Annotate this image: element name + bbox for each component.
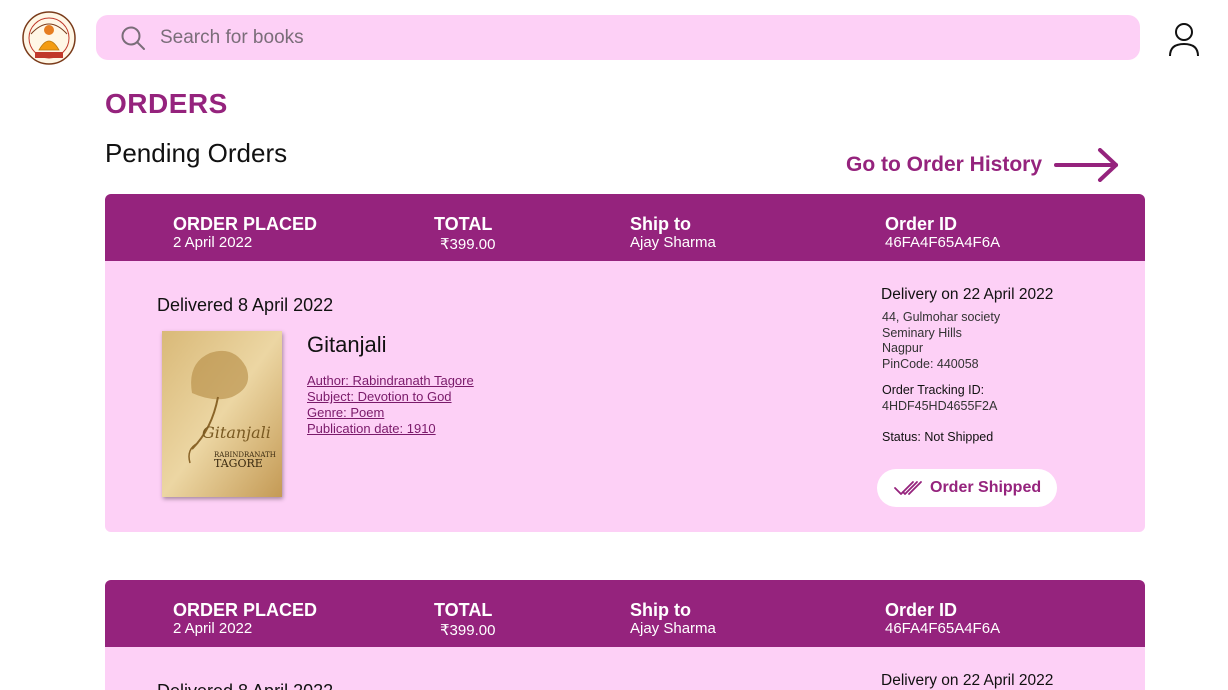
ship-to-label: Ship to bbox=[630, 600, 691, 620]
search-input[interactable] bbox=[160, 15, 1100, 60]
order-placed-label: ORDER PLACED bbox=[173, 214, 318, 234]
order-placed-date: 2 April 2022 bbox=[173, 620, 253, 637]
tracking-info: Order Tracking ID: 4HDF45HD4655F2A bbox=[881, 383, 1053, 414]
user-profile-icon[interactable] bbox=[1168, 22, 1200, 58]
order-total-value: ₹399.00 bbox=[440, 622, 496, 639]
order-id-column: Order ID 46FA4F65A4F6A bbox=[885, 600, 1000, 638]
delivery-date: Delivery on 22 April 2022 bbox=[881, 286, 1054, 303]
order-history-link[interactable]: Go to Order History bbox=[846, 148, 1120, 182]
cover-title-text: Gitanjali bbox=[202, 423, 271, 442]
address-line: Seminary Hills bbox=[882, 325, 962, 340]
ship-to-label: Ship to bbox=[630, 214, 691, 234]
search-bar bbox=[96, 15, 1140, 60]
order-id-column: Order ID 46FA4F65A4F6A bbox=[885, 214, 1000, 252]
order-total-label: TOTAL bbox=[434, 600, 493, 620]
address-pincode: PinCode: 440058 bbox=[882, 356, 979, 371]
order-id-label: Order ID bbox=[885, 600, 958, 620]
order-placed-column: ORDER PLACED 2 April 2022 bbox=[173, 214, 317, 252]
order-card-header: ORDER PLACED 2 April 2022 TOTAL ₹399.00 … bbox=[105, 194, 1145, 261]
delivery-info: Delivery on 22 April 2022 bbox=[881, 672, 1053, 690]
order-shipped-label: Order Shipped bbox=[930, 479, 1042, 496]
order-history-label: Go to Order History bbox=[846, 153, 1043, 176]
delivered-date: Delivered 8 April 2022 bbox=[157, 295, 334, 315]
order-total-value: ₹399.00 bbox=[440, 236, 496, 253]
book-publication-link[interactable]: Publication date: 1910 bbox=[307, 421, 474, 437]
tracking-label: Order Tracking ID: bbox=[882, 383, 985, 397]
order-total-label: TOTAL bbox=[434, 214, 493, 234]
order-total-column: TOTAL ₹399.00 bbox=[434, 214, 495, 254]
section-title: Pending Orders bbox=[105, 138, 288, 168]
institution-crest-logo[interactable] bbox=[21, 10, 77, 66]
cover-author-last: TAGORE bbox=[214, 457, 263, 470]
double-check-icon bbox=[894, 481, 922, 495]
delivery-date: Delivery on 22 April 2022 bbox=[881, 672, 1054, 689]
address-line: 44, Gulmohar society bbox=[882, 310, 1001, 324]
order-placed-column: ORDER PLACED 2 April 2022 bbox=[173, 600, 317, 638]
address-line: Nagpur bbox=[882, 341, 923, 355]
search-icon[interactable] bbox=[120, 25, 146, 51]
tracking-id: 4HDF45HD4655F2A bbox=[882, 398, 998, 413]
book-meta: Author: Rabindranath Tagore Subject: Dev… bbox=[307, 373, 474, 437]
delivery-address: 44, Gulmohar society Seminary Hills Nagp… bbox=[881, 310, 1053, 372]
order-id-value: 46FA4F65A4F6A bbox=[885, 234, 1001, 251]
book-cover-image[interactable]: Gitanjali RABINDRANATH TAGORE bbox=[162, 331, 282, 497]
ship-to-column: Ship to Ajay Sharma bbox=[630, 214, 716, 252]
arrow-right-icon bbox=[1054, 148, 1119, 182]
book-title: Gitanjali bbox=[307, 332, 387, 357]
ship-to-column: Ship to Ajay Sharma bbox=[630, 600, 716, 638]
delivery-info: Delivery on 22 April 2022 44, Gulmohar s… bbox=[881, 286, 1053, 444]
book-genre-link[interactable]: Genre: Poem bbox=[307, 405, 474, 421]
order-card: ORDER PLACED 2 April 2022 TOTAL ₹399.00 … bbox=[105, 194, 1145, 532]
ship-to-name: Ajay Sharma bbox=[630, 620, 716, 637]
order-shipped-button[interactable]: Order Shipped bbox=[877, 469, 1057, 507]
order-placed-date: 2 April 2022 bbox=[173, 234, 253, 251]
order-placed-label: ORDER PLACED bbox=[173, 600, 318, 620]
book-author-link[interactable]: Author: Rabindranath Tagore bbox=[307, 373, 474, 389]
page-title: ORDERS bbox=[105, 88, 228, 119]
order-card-header: ORDER PLACED 2 April 2022 TOTAL ₹399.00 … bbox=[105, 580, 1145, 647]
order-id-value: 46FA4F65A4F6A bbox=[885, 620, 1001, 637]
order-total-column: TOTAL ₹399.00 bbox=[434, 600, 495, 640]
order-id-label: Order ID bbox=[885, 214, 958, 234]
ship-to-name: Ajay Sharma bbox=[630, 234, 716, 251]
book-subject-link[interactable]: Subject: Devotion to God bbox=[307, 389, 474, 405]
order-status: Status: Not Shipped bbox=[882, 430, 994, 444]
delivered-date: Delivered 8 April 2022 bbox=[157, 681, 333, 690]
order-card: ORDER PLACED 2 April 2022 TOTAL ₹399.00 … bbox=[105, 580, 1145, 690]
